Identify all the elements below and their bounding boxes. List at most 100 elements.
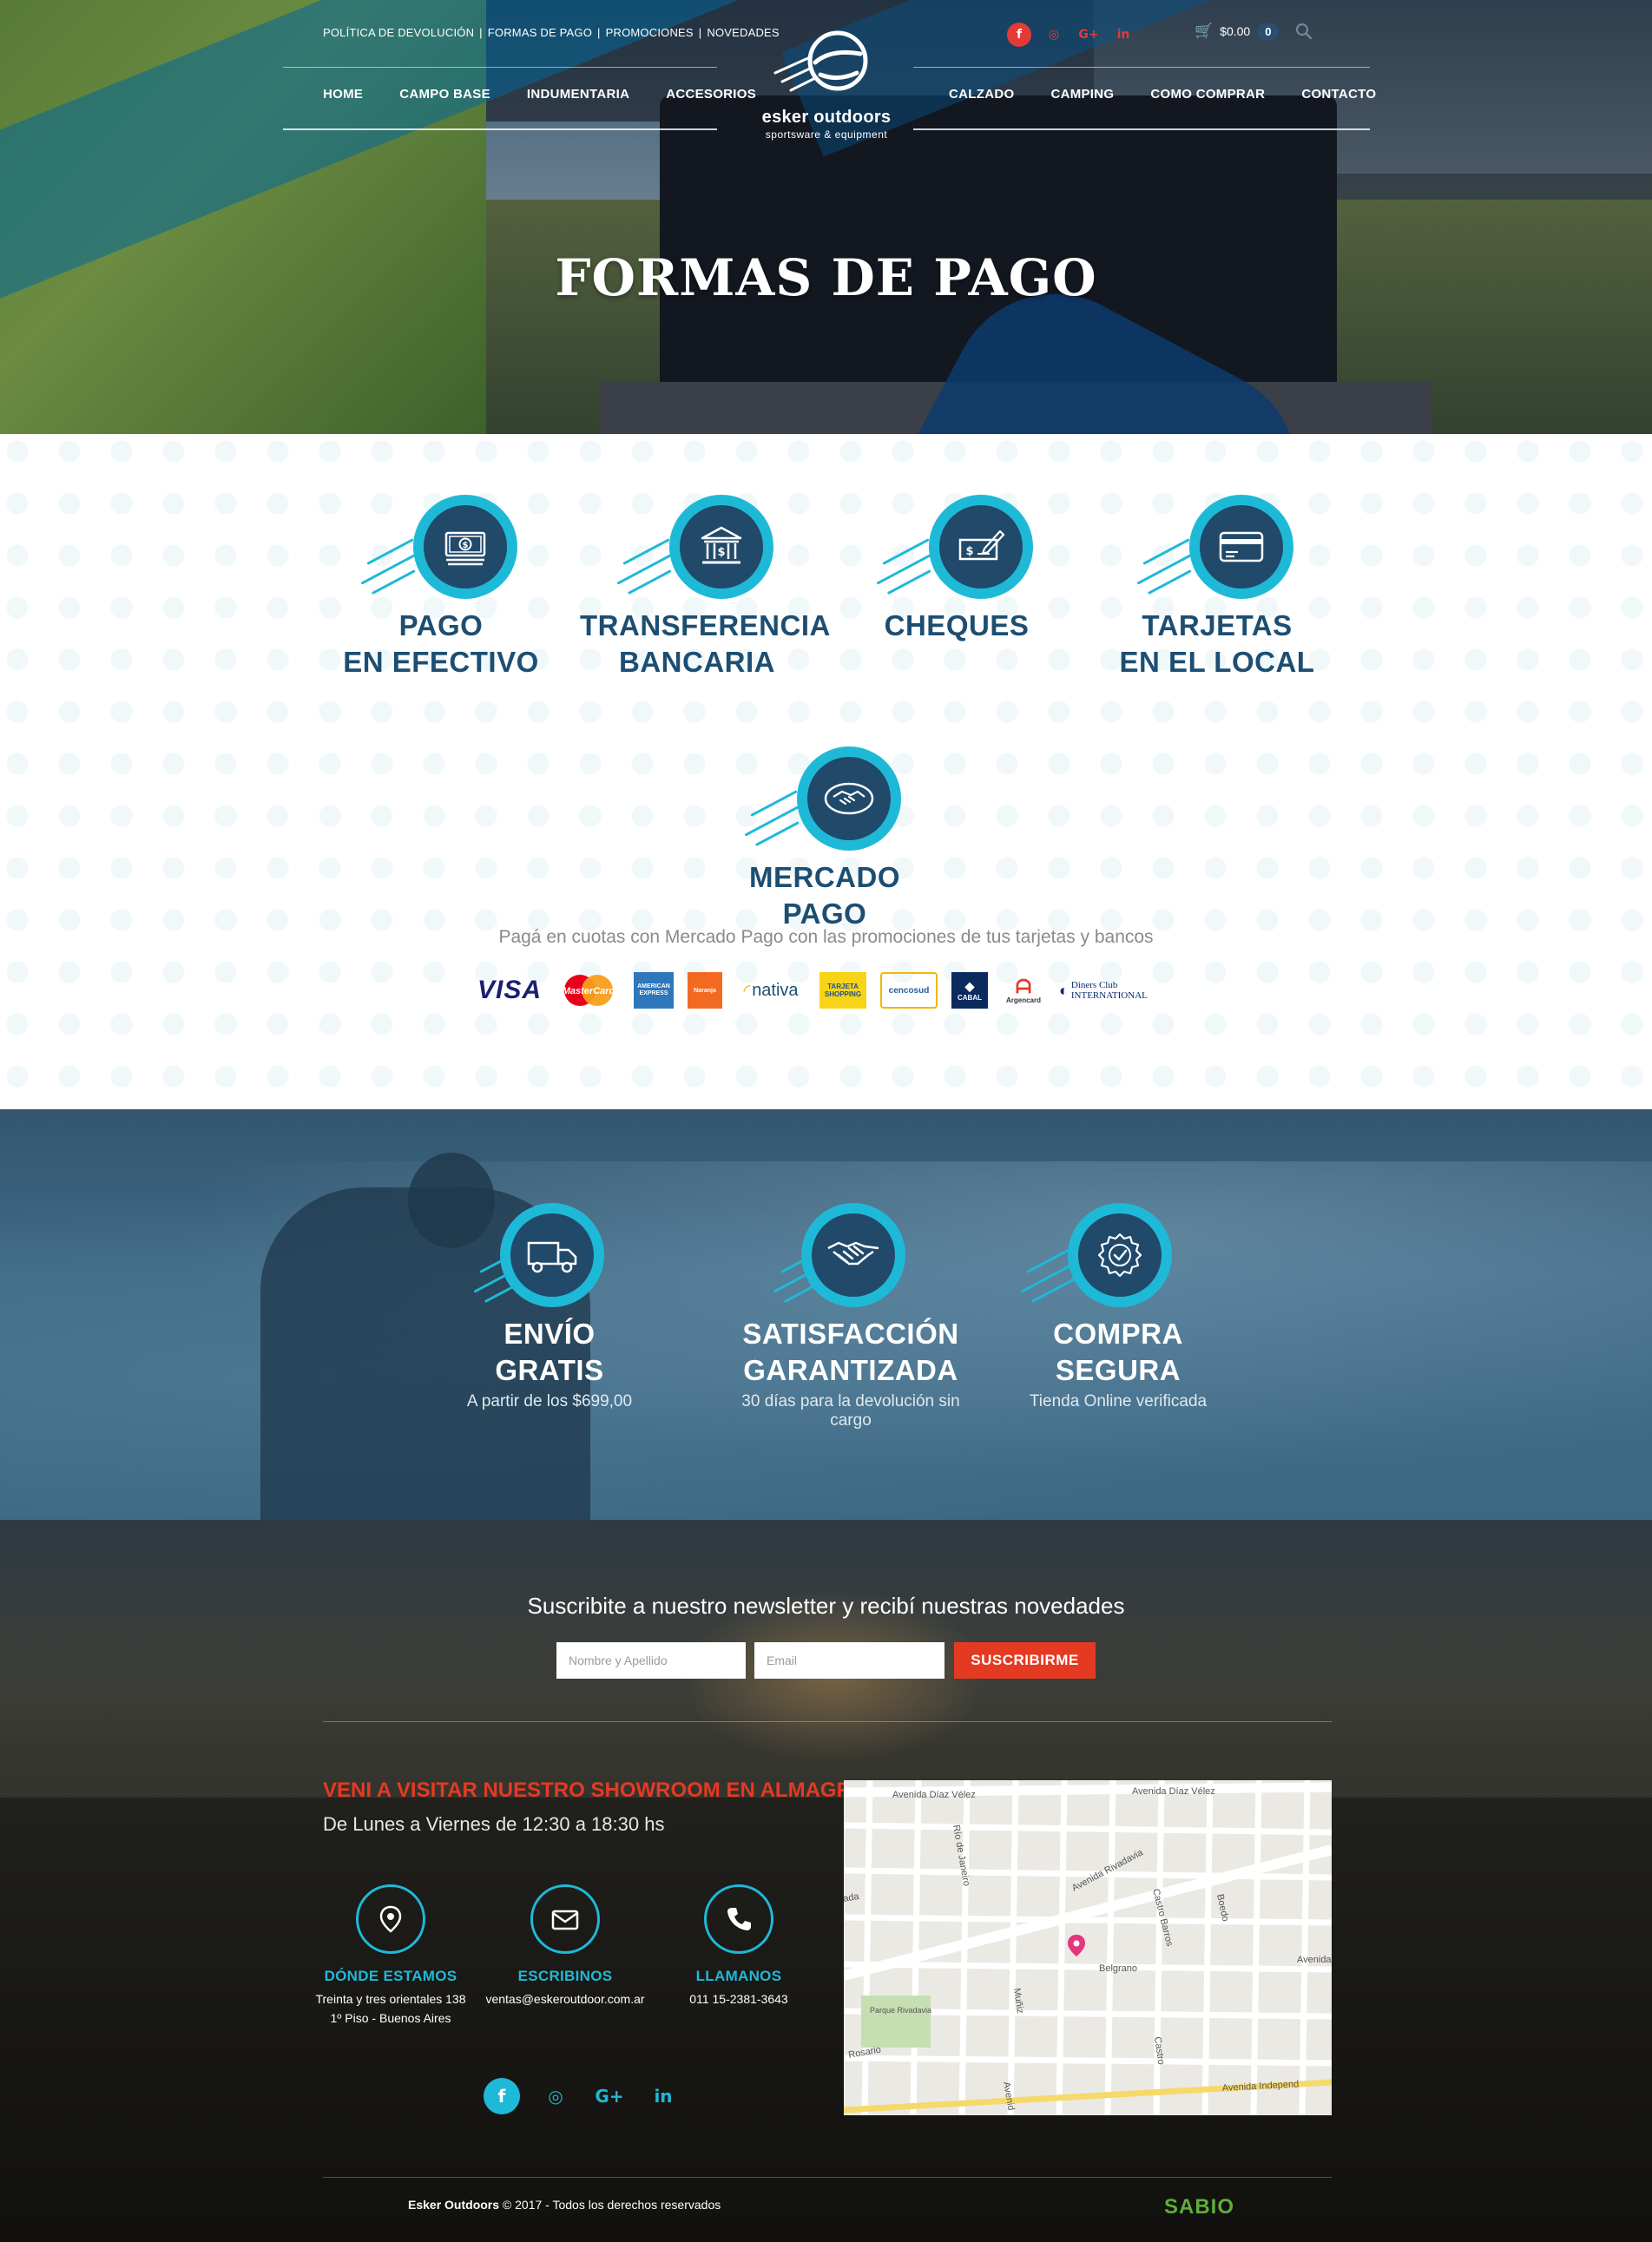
cart-button[interactable]: 🛒 $0.00 0 (1195, 23, 1280, 40)
benefit-satisfaction: SATISFACCIÓN GARANTIZADA 30 días para la… (725, 1194, 977, 1430)
benefit-label-line1: ENVÍO (503, 1318, 596, 1350)
contact-address-line1: Treinta y tres orientales 138 (315, 1992, 466, 2006)
footer-bottom-divider (323, 2177, 1332, 2178)
contact-address-line2: 1º Piso - Buenos Aires (330, 2011, 451, 2025)
nav-item-camping[interactable]: CAMPING (1050, 87, 1114, 102)
handshake-icon (827, 1241, 879, 1266)
payment-label-line1: MERCADO PAGO (749, 861, 900, 930)
nav-item-contacto[interactable]: CONTACTO (1301, 87, 1376, 102)
contact-title: DÓNDE ESTAMOS (324, 1968, 457, 1984)
contact-email-address[interactable]: ventas@eskeroutdoor.com.ar (470, 1990, 661, 2008)
google-plus-icon[interactable]: G+ (1076, 23, 1101, 47)
facebook-icon[interactable]: f (484, 2078, 520, 2114)
util-link-formas-de-pago[interactable]: FORMAS DE PAGO (488, 26, 592, 39)
footer-social-links: f ◎ G+ in (484, 2078, 681, 2114)
card-logo-naranja: Naranja (688, 972, 722, 1009)
bank-icon: $ (701, 526, 742, 564)
payment-method-cash: $ PAGO EN EFECTIVO (328, 486, 554, 680)
svg-text:Avenida: Avenida (1297, 1955, 1332, 1965)
nav-underline-left (283, 128, 717, 130)
card-logo-cabal: ◆ CABAL (951, 972, 988, 1009)
site-logo[interactable]: esker outdoors sportsware & equipment (743, 19, 910, 158)
linkedin-icon[interactable]: in (645, 2078, 681, 2114)
linkedin-icon[interactable]: in (1111, 23, 1135, 47)
subscribe-button[interactable]: SUSCRIBIRME (954, 1642, 1096, 1679)
nav-item-indumentaria[interactable]: INDUMENTARIA (527, 87, 629, 102)
truck-icon (527, 1241, 577, 1273)
mercado-pago-description: Pagá en cuotas con Mercado Pago con las … (498, 927, 1154, 947)
benefits-section: ENVÍO GRATIS A partir de los $699,00 SAT… (0, 1109, 1652, 1520)
location-map[interactable]: Avenida Díaz Vélez Avenida Díaz Vélez Rí… (844, 1780, 1332, 2115)
benefit-label-line2: GRATIS (495, 1354, 604, 1386)
payment-label-line2: EN EL LOCAL (1119, 646, 1315, 678)
payment-label-line1: CHEQUES (884, 609, 1030, 641)
accepted-cards-row: VISA MasterCard AMERICAN EXPRESS Naranja… (476, 972, 1155, 1009)
contact-phone: LLAMANOS 011 15-2381-3643 (643, 1884, 834, 2008)
svg-text:$: $ (463, 541, 469, 550)
benefit-free-shipping: ENVÍO GRATIS A partir de los $699,00 (441, 1194, 658, 1411)
site-footer: Suscribite a nuestro newsletter y recibí… (0, 1520, 1652, 2242)
card-logo-mastercard: MasterCard (557, 972, 620, 1009)
showroom-title: VENI A VISITAR NUESTRO SHOWROOM EN ALMAG… (323, 1778, 868, 1802)
search-icon[interactable] (1293, 21, 1314, 42)
location-pin-icon (379, 1905, 402, 1933)
page-title: FORMAS DE PAGO (555, 248, 1097, 307)
benefit-secure-purchase: COMPRA SEGURA Tienda Online verificada (1014, 1194, 1222, 1411)
newsletter-name-input[interactable] (556, 1642, 746, 1679)
benefit-label-line1: COMPRA (1053, 1318, 1183, 1350)
instagram-icon[interactable]: ◎ (537, 2078, 574, 2114)
payment-label-line2: EN EFECTIVO (343, 646, 539, 678)
envelope-icon (551, 1910, 579, 1930)
facebook-icon[interactable]: f (1007, 23, 1031, 47)
benefit-subtitle: Tienda Online verificada (1029, 1392, 1208, 1410)
payment-method-checks: $ CHEQUES (844, 486, 1070, 644)
check-icon: $ (958, 529, 1005, 561)
benefit-label-line1: SATISFACCIÓN (742, 1318, 959, 1350)
benefit-label-line2: SEGURA (1055, 1354, 1181, 1386)
card-logo-amex: AMERICAN EXPRESS (634, 972, 674, 1009)
handshake-icon (824, 782, 874, 815)
benefit-subtitle: A partir de los $699,00 (466, 1392, 633, 1410)
cart-total: $0.00 (1220, 24, 1251, 38)
nav-item-home[interactable]: HOME (323, 87, 363, 102)
payment-label-line1: TRANSFERENCIA (580, 609, 831, 641)
verified-badge-icon (1097, 1233, 1142, 1278)
payment-label-line1: PAGO (398, 609, 484, 641)
footer-divider (323, 1721, 1332, 1722)
instagram-icon[interactable]: ◎ (1042, 23, 1066, 47)
copyright-text: Esker Outdoors © 2017 - Todos los derech… (408, 2198, 721, 2212)
benefit-label-line2: GARANTIZADA (743, 1354, 958, 1386)
credit-card-icon (1219, 531, 1264, 562)
agency-credit-logo[interactable]: SABIO (1164, 2195, 1234, 2219)
nav-item-calzado[interactable]: CALZADO (949, 87, 1014, 102)
nav-divider-left (283, 67, 717, 68)
main-nav-right: CALZADO CAMPING COMO COMPRAR CONTACTO (949, 87, 1412, 102)
nav-divider-right (913, 67, 1370, 68)
util-link-promociones[interactable]: PROMOCIONES (606, 26, 694, 39)
contact-title: LLAMANOS (695, 1968, 782, 1984)
svg-text:Avenida Díaz Vélez: Avenida Díaz Vélez (1132, 1786, 1215, 1797)
phone-icon (727, 1908, 751, 1930)
nav-item-campo-base[interactable]: CAMPO BASE (399, 87, 490, 102)
svg-text:Parque Rivadavia: Parque Rivadavia (870, 2006, 931, 2015)
card-logo-nativa: ◜ nativa (743, 980, 799, 1001)
copyright-rest: © 2017 - Todos los derechos reservados (499, 2198, 721, 2212)
newsletter-email-input[interactable] (754, 1642, 944, 1679)
nav-underline-right (913, 128, 1370, 130)
shopping-cart-icon: 🛒 (1195, 23, 1214, 40)
esker-logo-icon (773, 30, 868, 92)
util-link-devolucion[interactable]: POLÍTICA DE DEVOLUCIÓN (323, 26, 474, 39)
benefit-subtitle: 30 días para la devolución sin cargo (741, 1392, 960, 1430)
header-social-links: f ◎ G+ in (1007, 23, 1135, 47)
showroom-hours: De Lunes a Viernes de 12:30 a 18:30 hs (323, 1813, 665, 1835)
payment-label-line1: TARJETAS (1142, 609, 1293, 641)
google-plus-icon[interactable]: G+ (591, 2078, 628, 2114)
nav-item-como-comprar[interactable]: COMO COMPRAR (1150, 87, 1265, 102)
hero-banner: POLÍTICA DE DEVOLUCIÓN | FORMAS DE PAGO | PR… (0, 0, 1652, 434)
card-logo-cencosud: cencosud (880, 972, 938, 1009)
contact-email: ESCRIBINOS ventas@eskeroutdoor.com.ar (470, 1884, 661, 2008)
contact-phone-number[interactable]: 011 15-2381-3643 (643, 1990, 834, 2008)
payment-label-line2: BANCARIA (619, 646, 775, 678)
main-nav-left: HOME CAMPO BASE INDUMENTARIA ACCESORIOS (323, 87, 793, 102)
payment-method-mercado-pago: MERCADO PAGO (712, 738, 938, 932)
